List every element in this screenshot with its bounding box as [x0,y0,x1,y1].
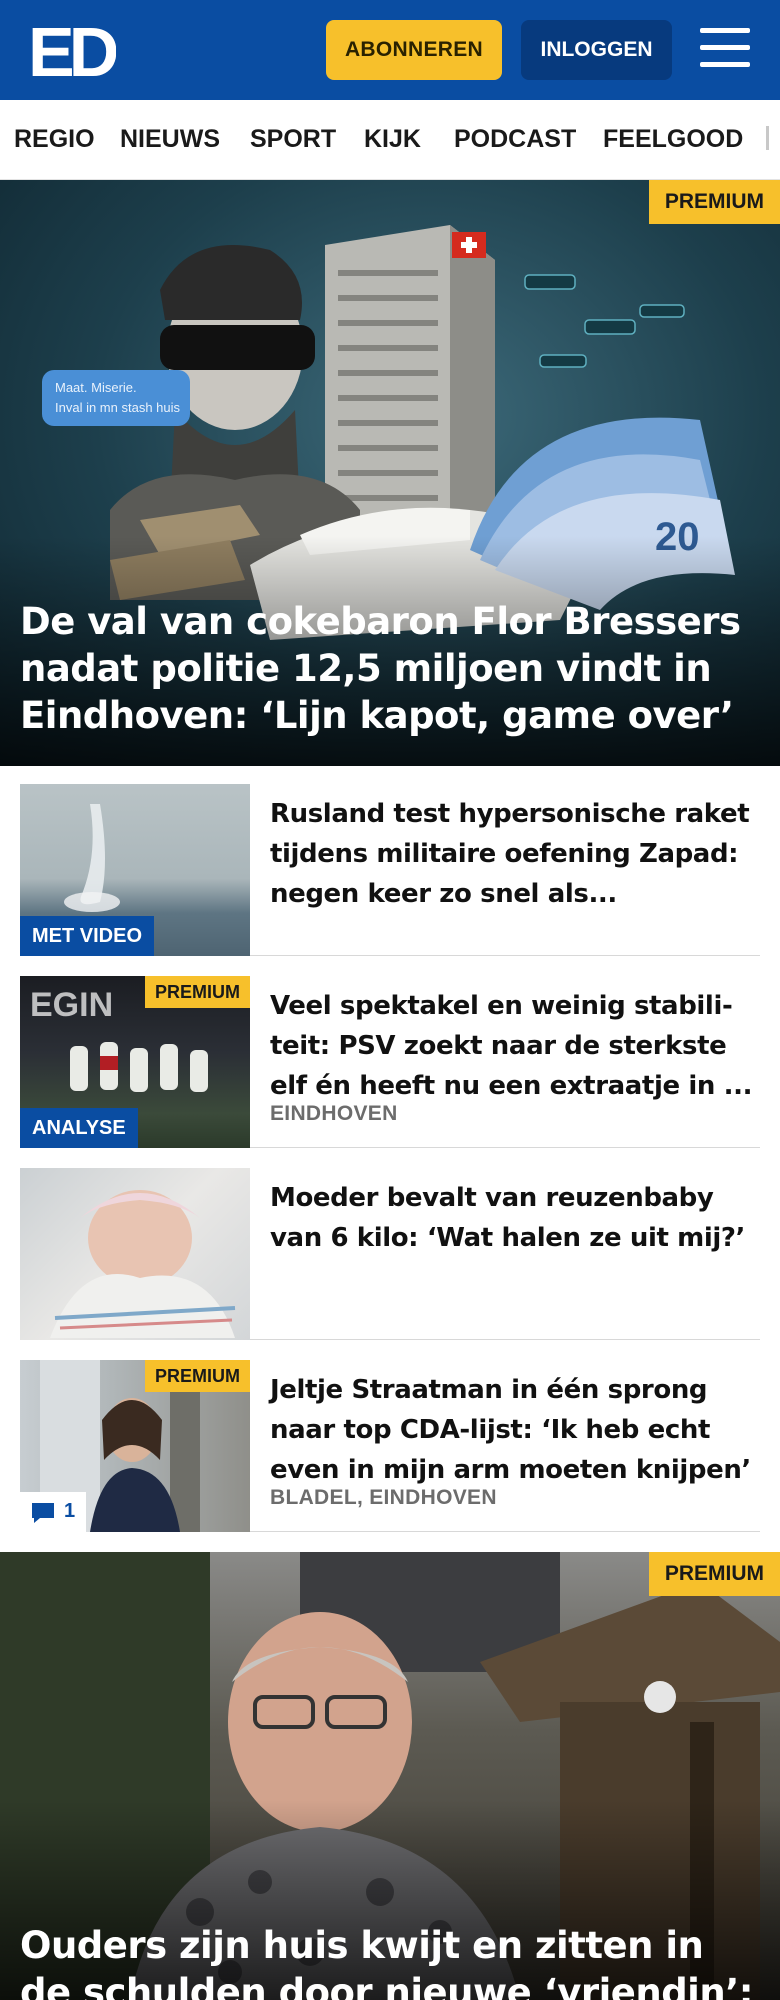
svg-text:Inval in mn stash huis: Inval in mn stash huis [55,400,181,415]
list-item[interactable]: Moeder bevalt van reuzenbaby van 6 kilo:… [20,1168,760,1340]
top-header: ED ABONNEREN INLOGGEN [0,0,780,100]
section-nav: REGIO NIEUWS SPORT KIJK PODCAST FEELGOOD [0,100,780,180]
article-location: EINDHOVEN [270,1102,398,1125]
nav-item-nieuws[interactable]: NIEUWS [120,125,220,154]
subscribe-button[interactable]: ABONNEREN [326,20,502,80]
article-thumbnail [20,1168,250,1340]
nav-overflow-hint [766,126,769,150]
nav-item-sport[interactable]: SPORT [250,125,336,154]
article-thumbnail: PREMIUM 1 [20,1360,250,1532]
hero-headline[interactable]: De val van cokebaron Flor Bressers nadat… [20,598,760,739]
nav-item-podcast[interactable]: PODCAST [454,125,576,154]
article-thumbnail: MET VIDEO [20,784,250,956]
article-headline[interactable]: Rusland test hypersonische raket tijdens… [270,794,760,914]
article-headline[interactable]: Veel spektakel en weinig stabili-teit: P… [270,986,760,1106]
svg-text:EGIN: EGIN [30,986,113,1024]
svg-text:ED: ED [28,18,116,82]
logo[interactable]: ED [28,13,123,91]
article-headline[interactable]: Moeder bevalt van reuzenbaby van 6 kilo:… [270,1178,760,1258]
premium-badge: PREMIUM [648,1552,780,1596]
article-thumbnail: EGIN PREMIUM ANALYSE [20,976,250,1148]
svg-text:Maat. Miserie.: Maat. Miserie. [55,380,137,395]
hero-headline[interactable]: Ouders zijn huis kwijt en zitten in de s… [20,1922,760,2000]
nav-item-kijk[interactable]: KIJK [364,125,421,154]
nav-item-feelgood[interactable]: FEELGOOD [603,125,743,154]
hero-article[interactable]: Maat. Miserie. Inval in mn stash huis 20… [0,180,780,766]
hamburger-menu-icon[interactable] [700,28,750,70]
login-button[interactable]: INLOGGEN [521,20,672,80]
ed-logo-icon: ED [28,13,123,91]
list-item[interactable]: PREMIUM 1 Jeltje Straatman in één sprong… [20,1360,760,1532]
comment-count-value: 1 [64,1500,76,1522]
premium-badge: PREMIUM [145,1360,250,1392]
comment-count[interactable]: 1 [20,1492,86,1532]
comment-icon [32,1503,54,1523]
article-headline[interactable]: Jeltje Straatman in één sprong naar top … [270,1370,760,1490]
video-label: MET VIDEO [20,916,155,956]
nav-item-regio[interactable]: REGIO [14,125,95,154]
premium-badge: PREMIUM [145,976,250,1008]
list-item[interactable]: EGIN PREMIUM ANALYSE Veel spektakel en w… [20,976,760,1148]
premium-badge: PREMIUM [648,180,780,224]
analysis-label: ANALYSE [20,1108,138,1148]
hero-article-secondary[interactable]: PREMIUM Ouders zijn huis kwijt en zitten… [0,1552,780,2000]
article-location: BLADEL, EINDHOVEN [270,1486,497,1509]
list-item[interactable]: MET VIDEO Rusland test hypersonische rak… [20,784,760,956]
newborn-baby-image [50,1190,236,1338]
